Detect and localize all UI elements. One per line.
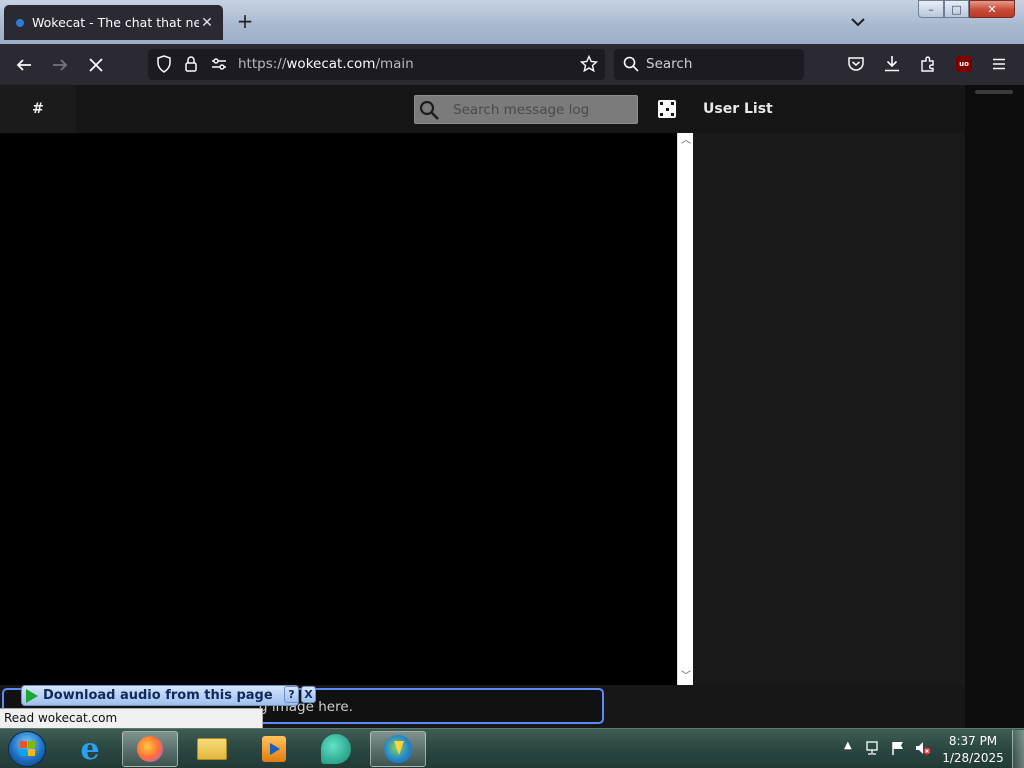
ublock-origin-icon[interactable]: uo [956,56,972,72]
extensions-icon[interactable] [919,55,937,73]
browser-tab[interactable]: Wokecat - The chat that never ✕ [4,5,223,40]
chat-bubble-icon [321,734,351,764]
back-button[interactable] [11,52,37,78]
taskbar-file-explorer[interactable] [184,731,240,767]
download-helper-close-button[interactable]: X [301,686,316,703]
system-clock[interactable]: 8:37 PM 1/28/2025 [938,733,1008,767]
tab-title: Wokecat - The chat that never [32,15,199,30]
arrow-left-icon [16,59,31,71]
message-search-box[interactable] [414,95,638,124]
new-tab-button[interactable]: + [234,10,256,32]
internet-explorer-icon: e [80,731,100,767]
window-controls: – □ ✕ [918,0,1015,18]
browser-status-bar: Read wokecat.com [0,708,263,728]
random-dice-icon[interactable] [658,100,676,118]
url-protocol: https:// [238,56,287,72]
download-helper-help-button[interactable]: ? [284,686,299,703]
pocket-icon[interactable] [847,55,865,73]
minimize-button[interactable]: – [918,0,944,18]
browser-search-placeholder: Search [646,56,693,72]
page-scroll-gutter [965,85,1024,728]
message-log [0,133,677,685]
network-icon[interactable] [865,740,883,756]
download-audio-label: Download audio from this page [43,688,273,703]
scroll-up-arrow-icon[interactable]: ︿ [680,135,692,147]
stop-x-icon [89,58,103,72]
url-text[interactable]: https://wokecat.com/main [238,56,414,72]
close-window-button[interactable]: ✕ [969,0,1015,18]
arrow-right-icon [53,59,68,71]
taskbar-firefox[interactable] [122,731,178,767]
tab-close-button[interactable]: ✕ [199,15,215,31]
url-path: /main [375,56,414,72]
media-player-icon [262,736,286,762]
volume-muted-icon[interactable] [914,740,932,756]
user-list-title: User List [703,101,773,117]
lock-icon[interactable] [184,55,198,73]
channel-button[interactable]: # [0,85,76,133]
site-favicon-icon [16,18,24,27]
stop-loading-button[interactable] [83,52,109,78]
user-list-panel [693,133,965,685]
show-hidden-icons-button[interactable]: ▲ [844,740,852,751]
action-center-flag-icon[interactable] [890,740,906,756]
show-desktop-button[interactable] [1012,730,1024,768]
download-manager-icon [384,735,412,763]
download-helper-bar: Download audio from this page ? X [18,684,318,707]
downloads-icon[interactable] [883,55,901,73]
page-scroll-thumb[interactable] [975,90,1013,94]
bookmark-star-icon[interactable] [580,55,598,73]
play-icon [26,688,38,703]
list-all-tabs-icon[interactable] [848,12,868,32]
taskbar-download-manager[interactable] [370,731,426,767]
folder-icon [197,738,227,760]
hamburger-menu-icon[interactable] [991,56,1007,72]
permissions-icon[interactable] [211,57,227,71]
tracking-shield-icon[interactable] [156,55,172,73]
taskbar-chat-app[interactable] [308,731,364,767]
taskbar-internet-explorer[interactable]: e [62,731,118,767]
clock-time: 8:37 PM [948,734,998,748]
maximize-button[interactable]: □ [944,0,969,18]
message-search-input[interactable] [453,100,633,120]
taskbar-media-player[interactable] [246,731,302,767]
forward-button[interactable] [47,52,73,78]
search-icon [419,100,439,120]
firefox-icon [137,736,163,762]
browser-search-bar[interactable] [614,49,804,80]
download-audio-button[interactable]: Download audio from this page [21,685,299,706]
message-log-scrollbar[interactable]: ︿ ﹀ [677,133,693,685]
search-icon [623,56,639,72]
url-domain: wokecat.com [286,56,376,72]
start-button[interactable] [8,731,46,767]
scroll-down-arrow-icon[interactable]: ﹀ [680,671,692,683]
clock-date: 1/28/2025 [942,751,1004,765]
